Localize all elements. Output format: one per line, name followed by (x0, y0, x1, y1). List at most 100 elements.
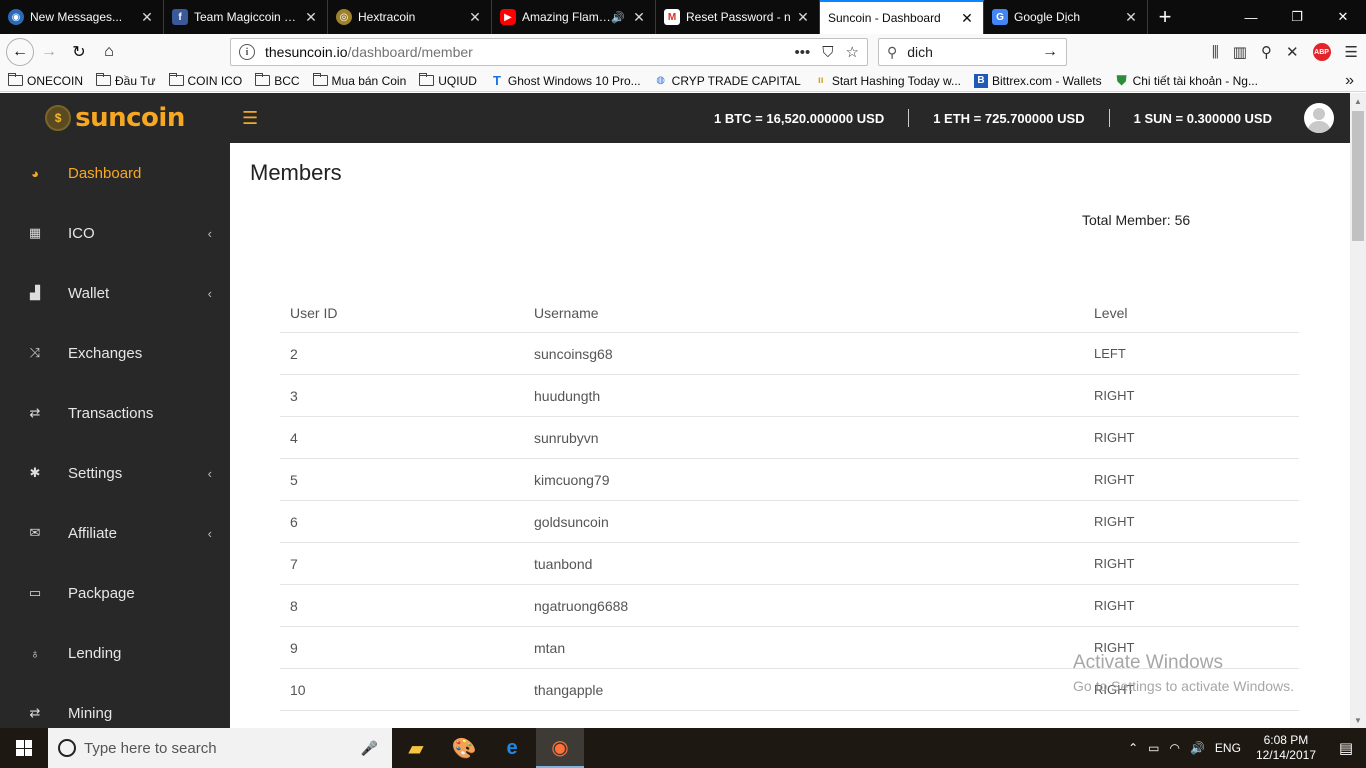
sidebar-item-settings[interactable]: ✱ Settings ‹ (0, 443, 230, 503)
bookmark-link[interactable]: ◍ CRYP TRADE CAPITAL (654, 74, 801, 88)
column-header-level[interactable]: Level (1084, 305, 1299, 321)
close-tab-icon[interactable]: ✕ (139, 9, 155, 26)
home-button[interactable]: ⌂ (94, 37, 124, 67)
bookmark-folder[interactable]: ONECOIN (8, 73, 83, 88)
page-scrollbar[interactable]: ▲ ▼ (1350, 93, 1366, 728)
minimize-button[interactable]: — (1228, 0, 1274, 34)
tab-hextracoin[interactable]: ◎ Hextracoin ✕ (328, 0, 492, 34)
hashing-icon: ıı (818, 75, 824, 86)
restore-button[interactable]: ❐ (1274, 0, 1320, 34)
page-actions-icon[interactable]: ••• (795, 44, 811, 61)
back-button[interactable]: ← (6, 38, 34, 66)
close-window-button[interactable]: ✕ (1320, 0, 1366, 34)
sidebar-item-exchanges[interactable]: ⤨ Exchanges (0, 323, 230, 383)
site-header: $ suncoin ☰ 1 BTC = 16,520.000000 USD 1 … (0, 93, 1350, 143)
table-row: 4 sunrubyvn RIGHT (280, 417, 1299, 459)
close-tab-icon[interactable]: ✕ (303, 9, 319, 26)
table-row: 5 kimcuong79 RIGHT (280, 459, 1299, 501)
hamburger-menu-icon[interactable]: ☰ (242, 108, 258, 129)
youtube-icon: ▶ (500, 9, 516, 25)
bookmark-folder[interactable]: Mua bán Coin (312, 73, 406, 88)
bookmark-folder[interactable]: UQIUD (419, 73, 477, 88)
bookmark-star-icon[interactable]: ☆ (846, 43, 859, 61)
bookmark-folder[interactable]: COIN ICO (168, 73, 243, 88)
sidebar-item-mining[interactable]: ⇄ Mining (0, 683, 230, 728)
adblock-icon[interactable]: ABP (1312, 43, 1331, 61)
sidebar-item-ico[interactable]: ▦ ICO ‹ (0, 203, 230, 263)
language-indicator[interactable]: ENG (1210, 741, 1246, 755)
sidebar-item-lending[interactable]: ♁ Lending (0, 623, 230, 683)
pocket-icon[interactable]: ⛉ (822, 44, 833, 61)
library-icon[interactable]: ⫼ (1212, 44, 1219, 61)
start-button[interactable] (0, 728, 48, 768)
sidebar-item-wallet[interactable]: ▟ Wallet ‹ (0, 263, 230, 323)
tab-amazing-flamen[interactable]: ▶ Amazing Flamen 🔊 ✕ (492, 0, 656, 34)
search-tool-icon[interactable]: ⚲ (1261, 43, 1272, 61)
bookmark-link[interactable]: ıı Start Hashing Today w... (814, 74, 961, 88)
cell-user-id: 9 (290, 639, 298, 656)
close-tab-icon[interactable]: ✕ (1123, 9, 1139, 26)
x-extension-icon[interactable]: ✕ (1286, 43, 1299, 61)
volume-icon[interactable]: 🔊 (1185, 741, 1210, 755)
logo[interactable]: $ suncoin (0, 93, 230, 143)
battery-icon[interactable]: ▭ (1143, 741, 1164, 755)
scrollbar-thumb[interactable] (1352, 111, 1364, 241)
search-input[interactable]: dich (907, 44, 933, 60)
column-header-username[interactable]: Username (524, 305, 1084, 321)
close-tab-icon[interactable]: ✕ (631, 9, 647, 26)
reload-button[interactable]: ↻ (64, 37, 94, 67)
tab-suncoin-dashboard[interactable]: Suncoin - Dashboard ✕ (820, 0, 984, 34)
taskbar-search[interactable]: Type here to search 🎤 (48, 728, 392, 768)
notifications-icon[interactable]: ▤ (1326, 739, 1366, 757)
sidebar-toggle-icon[interactable]: ▥ (1233, 43, 1247, 61)
firefox-icon[interactable]: ◉ (536, 728, 584, 768)
close-tab-icon[interactable]: ✕ (795, 9, 811, 26)
tab-reset-password[interactable]: M Reset Password - n ✕ (656, 0, 820, 34)
bookmark-link[interactable]: T Ghost Windows 10 Pro... (490, 73, 641, 88)
edge-icon[interactable]: e (488, 728, 536, 768)
avatar[interactable] (1304, 103, 1334, 133)
search-go-icon[interactable]: → (1042, 43, 1058, 61)
tab-team-magiccoin[interactable]: f Team Magiccoin Việ ✕ (164, 0, 328, 34)
sidebar-item-transactions[interactable]: ⇄ Transactions (0, 383, 230, 443)
forward-button[interactable]: → (34, 37, 64, 67)
coin-logo-icon: $ (45, 105, 72, 131)
bookmark-label: COIN ICO (187, 73, 243, 88)
table-row: 6 goldsuncoin RIGHT (280, 501, 1299, 543)
sun-rate: 1 SUN = 0.300000 USD (1133, 110, 1272, 126)
bookmark-folder[interactable]: BCC (255, 73, 300, 88)
chevron-up-icon[interactable]: ⌃ (1123, 741, 1143, 755)
grid-icon: ▦ (28, 225, 42, 240)
cell-user-id: 8 (290, 597, 298, 614)
speaker-icon[interactable]: 🔊 (611, 11, 625, 24)
sidebar-item-label: Dashboard (68, 164, 142, 182)
close-tab-icon[interactable]: ✕ (959, 10, 975, 27)
microphone-icon[interactable]: 🎤 (361, 740, 378, 757)
new-tab-button[interactable]: + (1148, 0, 1182, 34)
tab-new-messages[interactable]: ◉ New Messages... ✕ (0, 0, 164, 34)
sidebar-item-label: Affiliate (68, 524, 117, 542)
tab-google-dich[interactable]: G Google Dịch ✕ (984, 0, 1148, 34)
wifi-icon[interactable]: ◠ (1164, 741, 1184, 755)
sidebar-item-dashboard[interactable]: ◕ Dashboard (0, 143, 230, 203)
paint-icon[interactable]: 🎨 (440, 728, 488, 768)
close-tab-icon[interactable]: ✕ (467, 9, 483, 26)
clock[interactable]: 6:08 PM 12/14/2017 (1246, 733, 1326, 763)
shield-icon: ⛊ (1116, 72, 1127, 88)
bookmark-link[interactable]: B Bittrex.com - Wallets (974, 73, 1102, 88)
file-explorer-icon[interactable]: ▰ (392, 728, 440, 768)
chevron-right-icon[interactable]: » (1345, 72, 1354, 90)
scroll-down-icon[interactable]: ▼ (1350, 712, 1366, 728)
bookmark-folder[interactable]: Đầu Tư (96, 73, 156, 88)
sidebar-item-packpage[interactable]: ▭ Packpage (0, 563, 230, 623)
menu-icon[interactable]: ☰ (1345, 43, 1358, 61)
column-header-user-id[interactable]: User ID (280, 305, 524, 321)
table-row: 3 huudungth RIGHT (280, 375, 1299, 417)
search-bar[interactable]: ⚲ dich → (878, 38, 1067, 66)
url-bar[interactable]: i thesuncoin.io /dashboard/member ••• ⛉ … (230, 38, 868, 66)
info-icon[interactable]: i (239, 44, 255, 60)
bookmark-link[interactable]: ⛊ Chi tiết tài khoản - Ng... (1115, 72, 1258, 88)
scroll-up-icon[interactable]: ▲ (1350, 93, 1366, 109)
chevron-left-icon: ‹ (207, 525, 212, 541)
sidebar-item-affiliate[interactable]: ✉ Affiliate ‹ (0, 503, 230, 563)
